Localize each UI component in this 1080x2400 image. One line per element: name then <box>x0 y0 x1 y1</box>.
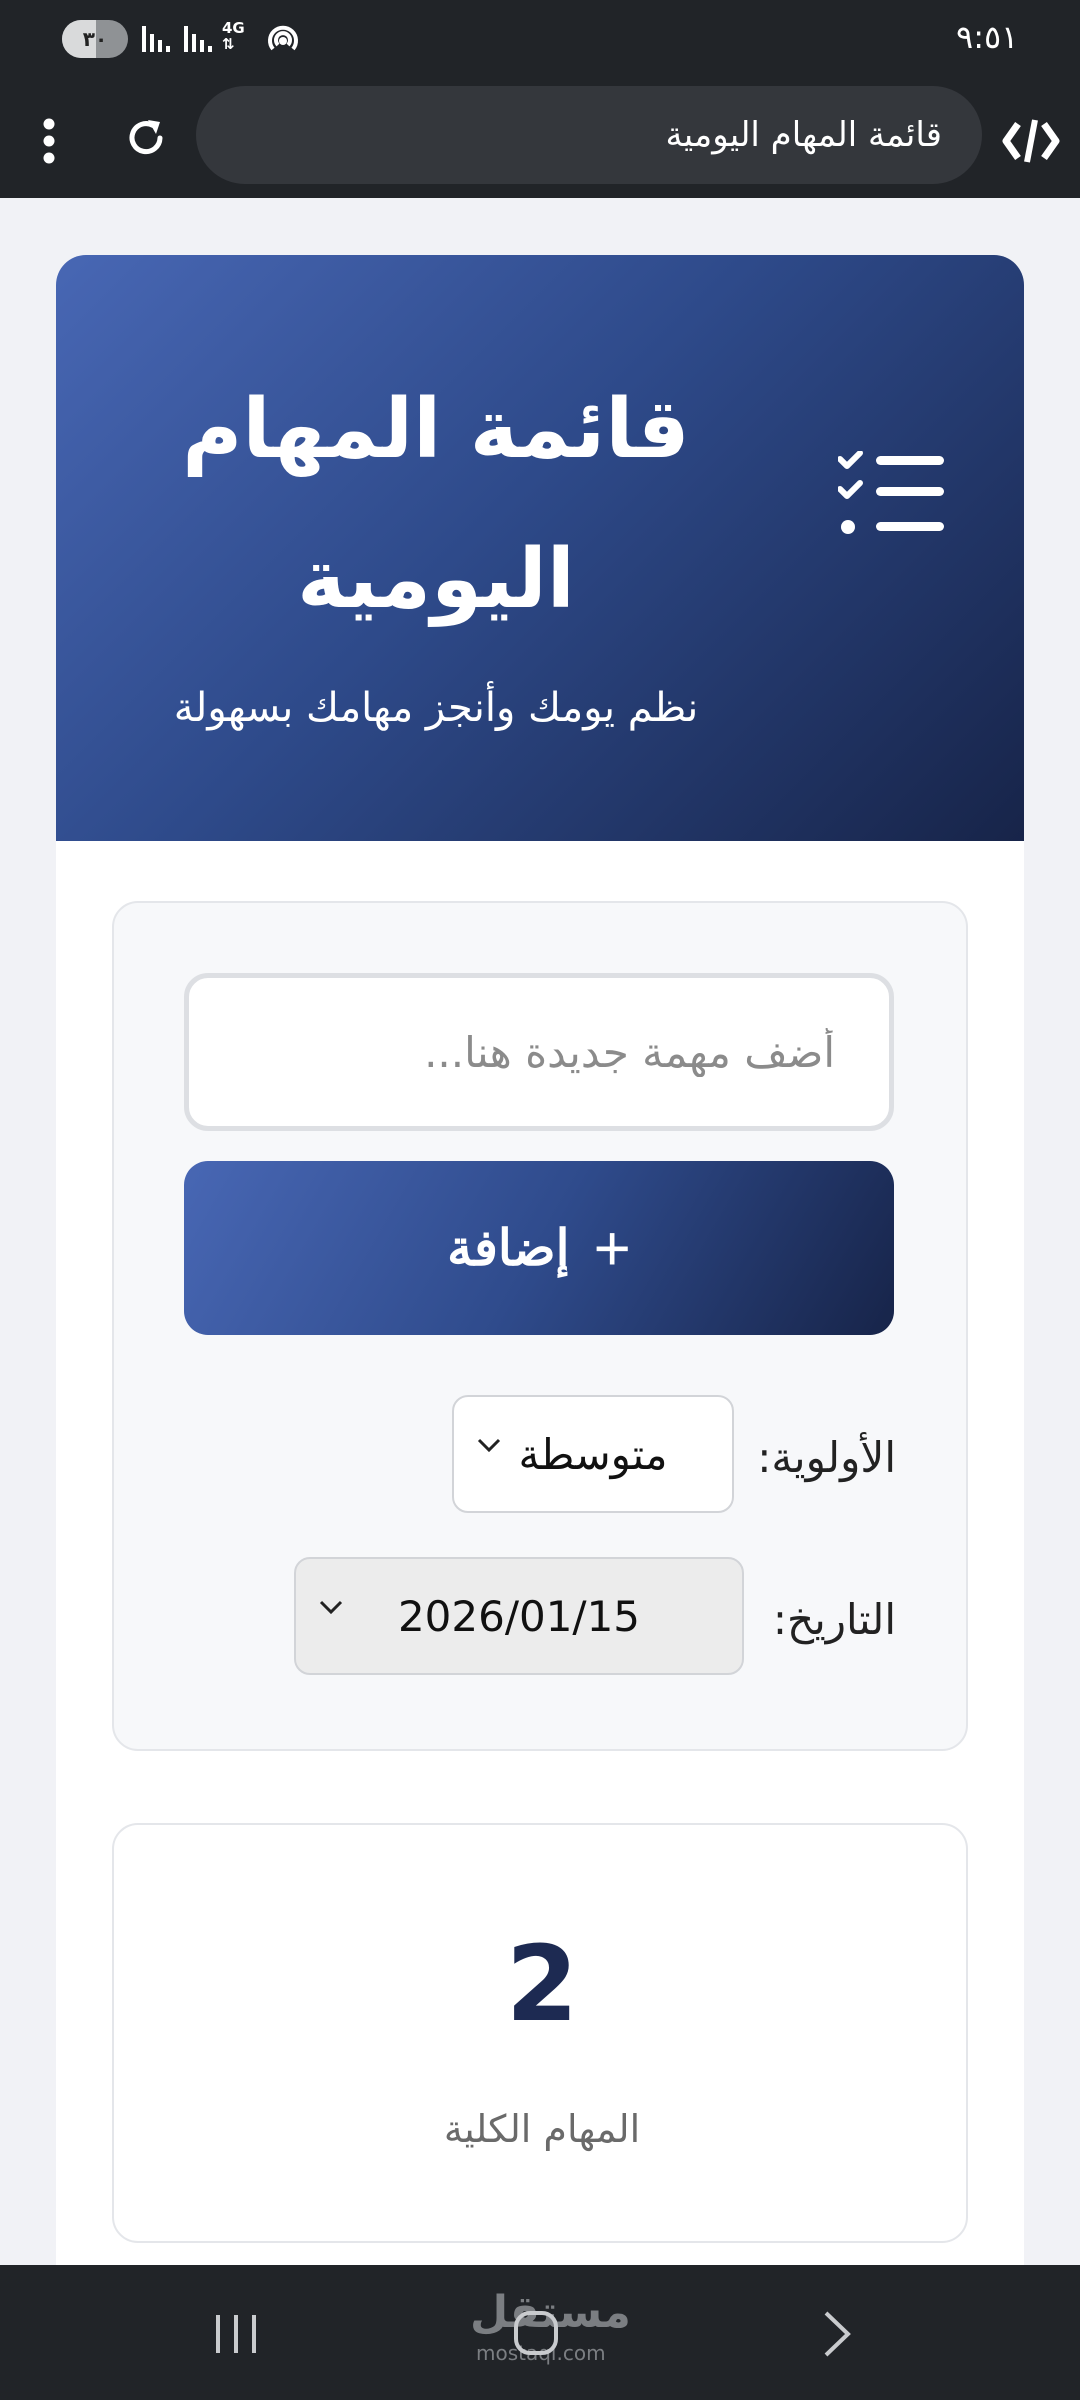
date-label: التاريخ: <box>772 1595 896 1644</box>
app-card: قائمة المهام اليومية نظم يومك وأنجز مهام… <box>56 255 1024 2265</box>
network-type: 4G ⇅ <box>222 19 245 53</box>
task-input[interactable] <box>184 973 894 1131</box>
priority-select[interactable]: متوسطة <box>452 1395 734 1513</box>
date-value: 2026/01/15 <box>397 1591 641 1641</box>
status-time: ٩:٥١ <box>956 18 1019 56</box>
add-button-label: إضافة <box>447 1220 570 1276</box>
page-title-url: قائمة المهام اليومية <box>665 115 942 155</box>
plus-icon: + <box>593 1212 631 1284</box>
more-menu-icon[interactable] <box>40 116 58 166</box>
hero-header: قائمة المهام اليومية نظم يومك وأنجز مهام… <box>56 255 1024 841</box>
page-title: قائمة المهام اليومية <box>182 382 690 627</box>
total-tasks-stat: 2 المهام الكلية <box>112 1823 968 2243</box>
priority-value: متوسطة <box>518 1429 668 1479</box>
total-tasks-label: المهام الكلية <box>443 2107 641 2151</box>
battery-indicator: ٣٠ <box>62 20 128 58</box>
date-select[interactable]: 2026/01/15 <box>294 1557 744 1675</box>
status-bar: ٣٠ 4G ⇅ ٩:٥١ <box>0 0 1080 86</box>
battery-level: ٣٠ <box>82 27 108 51</box>
page-subtitle: نظم يومك وأنجز مهامك بسهولة <box>173 685 699 731</box>
chevron-down-icon <box>319 1600 343 1615</box>
add-task-button[interactable]: + إضافة <box>184 1161 894 1335</box>
checklist-icon <box>838 451 944 534</box>
signal-icon-2 <box>184 26 212 52</box>
signal-icon <box>142 26 170 52</box>
total-tasks-count: 2 <box>505 1923 579 2045</box>
home-icon[interactable] <box>512 2309 560 2357</box>
system-nav-bar: مستقل mostaql.com <box>0 2265 1080 2400</box>
hotspot-icon <box>268 25 298 51</box>
back-icon[interactable] <box>820 2309 854 2359</box>
code-app-icon[interactable] <box>1002 116 1060 166</box>
address-bar[interactable]: قائمة المهام اليومية <box>196 86 982 184</box>
reload-icon[interactable] <box>122 114 170 162</box>
recent-apps-icon[interactable] <box>212 2313 260 2355</box>
priority-label: الأولوية: <box>757 1433 896 1482</box>
browser-toolbar: قائمة المهام اليومية <box>0 86 1080 198</box>
chevron-down-icon <box>477 1438 501 1453</box>
add-task-panel: + إضافة الأولوية: متوسطة التاريخ: 2026/0… <box>112 901 968 1751</box>
